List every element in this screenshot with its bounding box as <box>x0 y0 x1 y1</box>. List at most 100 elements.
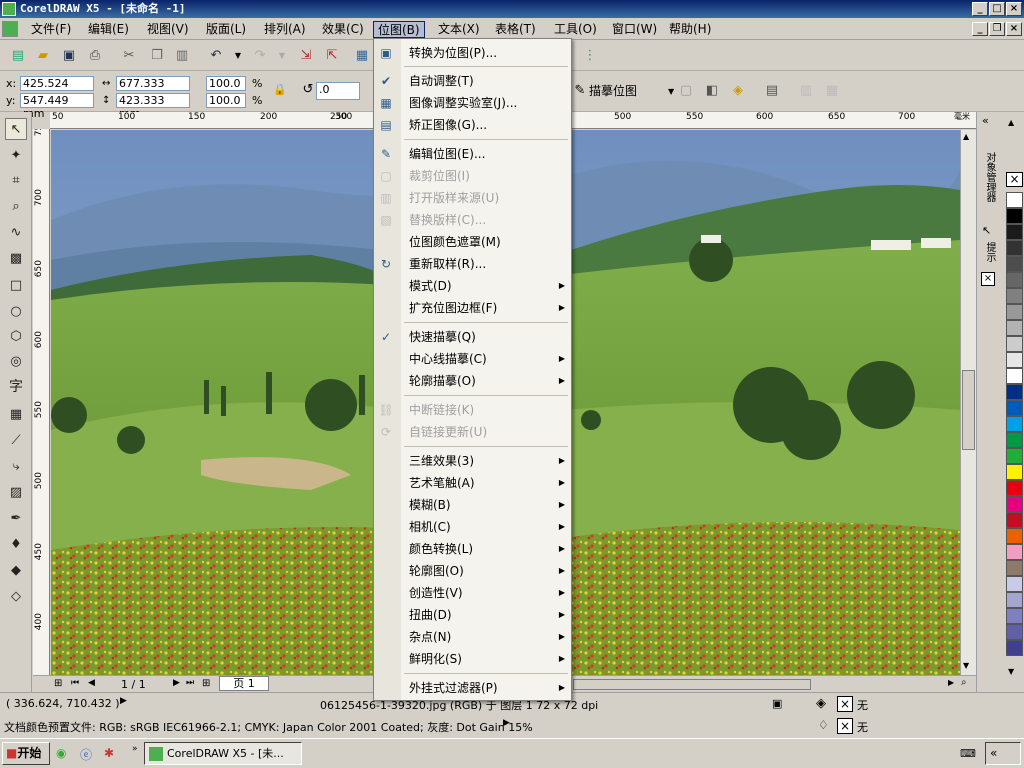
color-swatch[interactable] <box>1006 272 1023 288</box>
ie-quicklaunch-icon[interactable]: ⓔ <box>80 746 92 763</box>
freehand-tool-icon[interactable]: ∿ <box>5 222 27 244</box>
dimension-tool-icon[interactable]: ⟋ <box>5 430 27 452</box>
smart-fill-icon[interactable]: ▩ <box>5 248 27 270</box>
bitmap-menu-item[interactable]: 轮廓图(O) ▶ <box>401 560 571 582</box>
scale-y-field[interactable]: 100.0 <box>206 93 246 108</box>
page-tab[interactable]: 页 1 <box>219 676 269 691</box>
color-swatch[interactable] <box>1006 624 1023 640</box>
bitmap-menu-item[interactable]: 相机(C) ▶ <box>401 516 571 538</box>
quicklaunch-more-icon[interactable]: » <box>132 744 138 754</box>
save-icon[interactable]: ▣ <box>59 46 79 66</box>
new-icon[interactable]: ▤ <box>8 46 28 66</box>
color-swatch[interactable] <box>1006 352 1023 368</box>
pick-tool-icon[interactable]: ↖ <box>5 118 27 140</box>
color-swatch[interactable] <box>1006 192 1023 208</box>
bitmap-menu-item[interactable]: 快速描摹(Q) ✓ <box>381 326 571 348</box>
menu-table[interactable]: 表格(T) <box>491 21 540 38</box>
redo-icon[interactable]: ↷ <box>250 46 270 66</box>
fill-tool-icon[interactable]: ◆ <box>5 560 27 582</box>
polygon-tool-icon[interactable]: ⬡ <box>5 326 27 348</box>
color-swatch[interactable] <box>1006 512 1023 528</box>
menu-arrange[interactable]: 排列(A) <box>260 21 310 38</box>
vertical-scrollbar[interactable]: ▲ ▼ <box>960 130 976 675</box>
edit-bitmap-toolbar-icon[interactable]: ◈ <box>728 81 748 101</box>
crop-tool-icon[interactable]: ⌗ <box>5 170 27 192</box>
doc-close-button[interactable]: × <box>1006 22 1022 36</box>
to-back-icon[interactable]: ▦ <box>822 81 842 101</box>
lock-ratio-icon[interactable]: 🔒 <box>270 80 290 100</box>
color-swatch[interactable] <box>1006 432 1023 448</box>
last-page-icon[interactable]: ⏭ <box>186 678 194 688</box>
eyedropper-icon[interactable]: ✒ <box>5 508 27 530</box>
undo-dropdown-icon[interactable]: ▼ <box>228 46 248 66</box>
undo-icon[interactable]: ↶ <box>206 46 226 66</box>
start-button[interactable]: ■开始 <box>2 742 50 765</box>
color-swatch[interactable] <box>1006 480 1023 496</box>
color-swatch[interactable] <box>1006 400 1023 416</box>
prev-page-icon[interactable]: ◀ <box>88 678 95 688</box>
crop-icon[interactable]: ▢ <box>676 81 696 101</box>
color-swatch[interactable] <box>1006 560 1023 576</box>
keyboard-tray-icon[interactable]: ⌨ <box>960 747 976 760</box>
import-icon[interactable]: ⇲ <box>296 46 316 66</box>
bitmap-menu-item[interactable]: 鲜明化(S) ▶ <box>401 648 571 670</box>
object-manager-tab[interactable]: 对象管理器 <box>982 152 997 202</box>
bitmap-menu-item[interactable]: 三维效果(3) ▶ <box>401 450 571 472</box>
connector-tool-icon[interactable]: ⤷ <box>5 456 27 478</box>
add-page-after-icon[interactable]: ⊞ <box>202 678 210 689</box>
bitmap-menu-item[interactable]: 杂点(N) ▶ <box>401 626 571 648</box>
menu-view[interactable]: 视图(V) <box>143 21 193 38</box>
menu-window[interactable]: 窗口(W) <box>608 21 661 38</box>
menu-edit[interactable]: 编辑(E) <box>84 21 133 38</box>
color-swatch[interactable] <box>1006 576 1023 592</box>
navigator-icon[interactable]: ⌕ <box>961 677 967 688</box>
menu-text[interactable]: 文本(X) <box>434 21 484 38</box>
height-field[interactable]: 423.333 mm <box>116 93 190 120</box>
next-page-icon[interactable]: ▶ <box>173 678 180 688</box>
outline-pen-icon[interactable]: ♦ <box>5 534 27 556</box>
cut-icon[interactable]: ✂ <box>119 46 139 66</box>
wrap-text-icon[interactable]: ▤ <box>762 81 782 101</box>
bitmap-menu-item[interactable]: 创造性(V) ▶ <box>401 582 571 604</box>
scale-x-field[interactable]: 100.0 <box>206 76 246 91</box>
scroll-up-icon[interactable]: ▲ <box>963 132 969 141</box>
color-swatch[interactable] <box>1006 240 1023 256</box>
copy-icon[interactable]: ❐ <box>147 46 167 66</box>
browser-quicklaunch-icon[interactable]: ◉ <box>56 746 66 760</box>
app-quicklaunch-icon[interactable]: ✱ <box>104 746 114 760</box>
color-swatch[interactable] <box>1006 224 1023 240</box>
maximize-button[interactable]: □ <box>989 2 1005 16</box>
bitmap-menu-item[interactable]: 艺术笔触(A) ▶ <box>401 472 571 494</box>
to-front-icon[interactable]: ▥ <box>796 81 816 101</box>
bitmap-menu-item[interactable]: 转换为位图(P)... ▣ <box>380 42 571 64</box>
outline-swatch-none[interactable]: × <box>837 718 853 734</box>
color-swatch[interactable] <box>1006 496 1023 512</box>
rotate-icon[interactable]: ↺ <box>298 80 318 100</box>
rectangle-tool-icon[interactable]: □ <box>5 275 27 297</box>
bitmap-menu-item[interactable]: 编辑位图(E)... ✎ <box>381 143 571 165</box>
color-swatch[interactable] <box>1006 368 1023 384</box>
collapse-docker-icon[interactable]: « <box>982 114 989 127</box>
redo-dropdown-icon[interactable]: ▼ <box>272 46 292 66</box>
close-button[interactable]: × <box>1006 2 1022 16</box>
fill-swatch-none[interactable]: × <box>837 696 853 712</box>
doc-restore-button[interactable]: ❐ <box>989 22 1005 36</box>
color-swatch[interactable] <box>1006 336 1023 352</box>
minimize-button[interactable]: _ <box>972 2 988 16</box>
trace-dropdown-icon[interactable]: ▼ <box>668 84 674 99</box>
align-icon[interactable]: ⋮ <box>580 46 600 66</box>
profile-arrow-icon[interactable]: ▶ <box>503 718 510 728</box>
color-swatch[interactable] <box>1006 544 1023 560</box>
menu-help[interactable]: 帮助(H) <box>665 21 715 38</box>
bitmap-menu-item[interactable]: 图像调整实验室(J)... ▦ <box>380 92 571 114</box>
first-page-icon[interactable]: ⏮ <box>71 678 79 688</box>
x-position-field[interactable]: 425.524 mm <box>20 76 94 103</box>
menu-effects[interactable]: 效果(C) <box>318 21 368 38</box>
doc-minimize-button[interactable]: _ <box>972 22 988 36</box>
table-tool-icon[interactable]: ▦ <box>5 404 27 426</box>
color-swatch[interactable] <box>1006 528 1023 544</box>
add-page-before-icon[interactable]: ⊞ <box>54 678 62 689</box>
menu-bitmaps[interactable]: 位图(B) <box>373 21 425 38</box>
resample-toolbar-icon[interactable]: ◧ <box>702 81 722 101</box>
hint-icon[interactable]: ↖ <box>982 224 991 237</box>
